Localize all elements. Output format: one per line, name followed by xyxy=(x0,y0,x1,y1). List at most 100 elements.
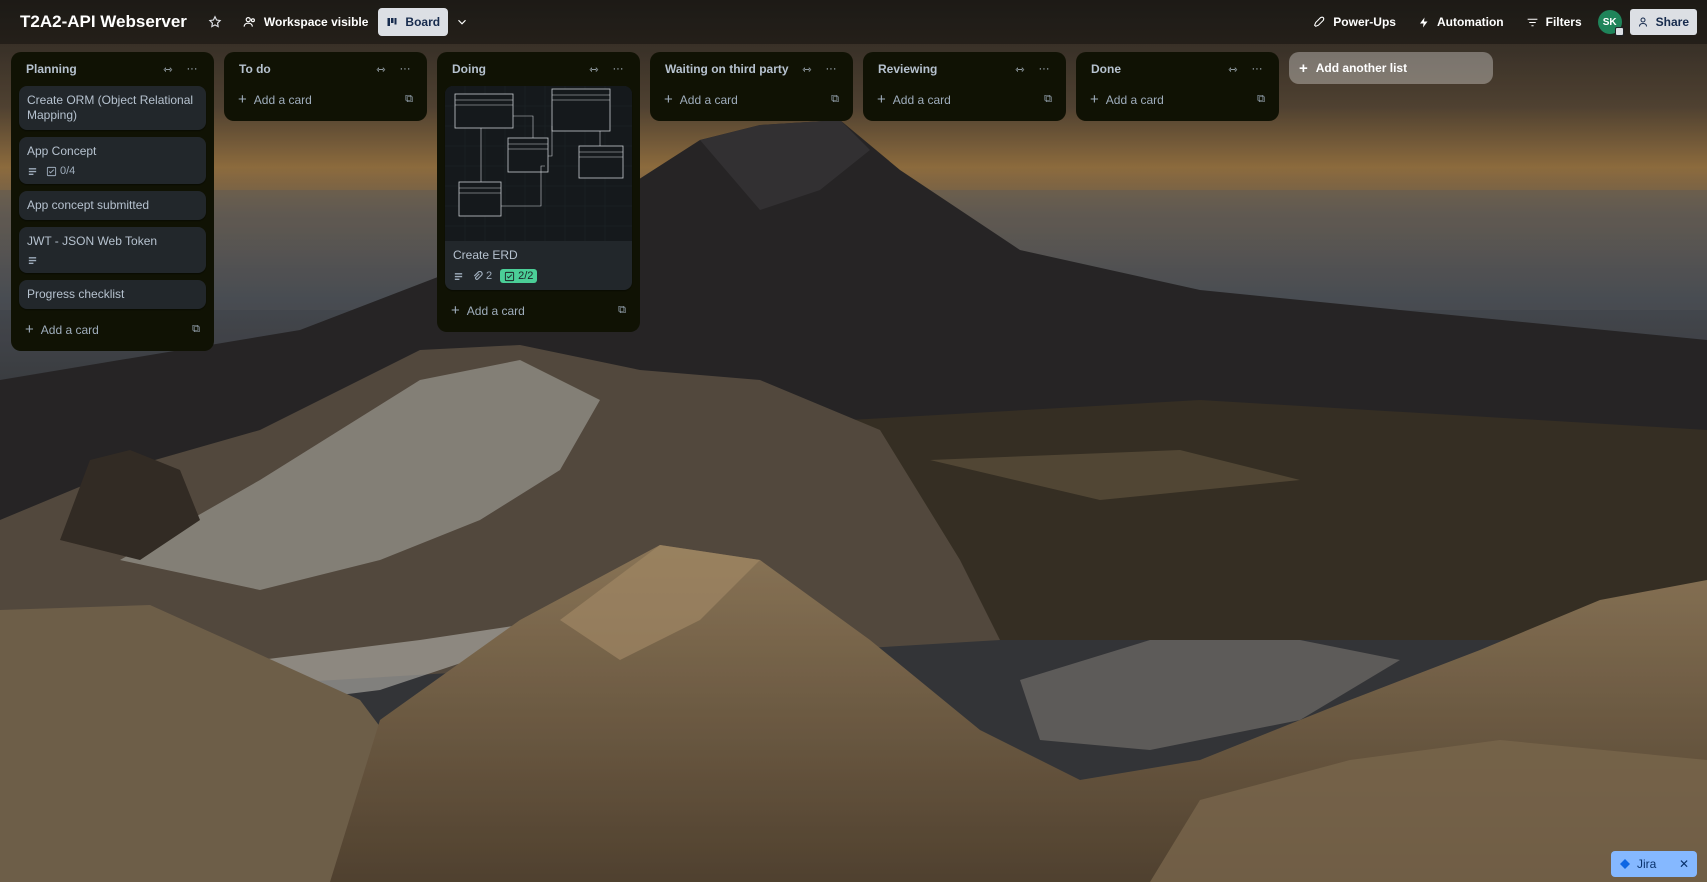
jira-widget[interactable]: Jira ✕ xyxy=(1611,851,1697,877)
add-card-button[interactable]: + Add a card ⧉ xyxy=(1084,86,1271,113)
card-title: Create ERD xyxy=(453,248,518,262)
card-template-icon[interactable]: ⧉ xyxy=(1257,93,1265,106)
list-header: Done ⇿ ··· xyxy=(1084,52,1271,86)
collapse-list-icon[interactable]: ⇿ xyxy=(799,63,815,76)
add-card-label: Add a card xyxy=(1105,92,1164,107)
checklist-count: 2/2 xyxy=(518,270,534,282)
list-menu-icon[interactable]: ··· xyxy=(397,63,413,75)
list-reviewing[interactable]: Reviewing ⇿ ··· + Add a card ⧉ xyxy=(863,52,1066,121)
views-chevron-down-icon[interactable] xyxy=(448,8,476,36)
list-menu-icon[interactable]: ··· xyxy=(610,63,626,75)
board-view-button[interactable]: Board xyxy=(378,8,449,36)
add-card-button[interactable]: + Add a card ⧉ xyxy=(658,86,845,113)
board-background xyxy=(0,0,1707,882)
list-header: Waiting on third party ⇿ ··· xyxy=(658,52,845,86)
list-title[interactable]: To do xyxy=(239,62,373,76)
plus-icon: + xyxy=(451,302,460,319)
list-header: Reviewing ⇿ ··· xyxy=(871,52,1058,86)
checklist-icon xyxy=(46,166,57,177)
card[interactable]: Progress checklist xyxy=(19,280,206,309)
add-card-label: Add a card xyxy=(679,92,738,107)
close-icon[interactable]: ✕ xyxy=(1679,857,1689,871)
card-template-icon[interactable]: ⧉ xyxy=(192,323,200,336)
list-title[interactable]: Reviewing xyxy=(878,62,1012,76)
card[interactable]: App Concept 0/4 xyxy=(19,137,206,184)
description-icon xyxy=(27,255,38,266)
automation-label: Automation xyxy=(1436,15,1504,29)
card-title: App concept submitted xyxy=(27,198,150,212)
attachment-badge: 2 xyxy=(472,270,492,282)
list-menu-icon[interactable]: ··· xyxy=(1249,63,1265,75)
add-card-button[interactable]: + Add a card ⧉ xyxy=(445,297,632,324)
list-menu-icon[interactable]: ··· xyxy=(1036,63,1052,75)
add-list-button[interactable]: + Add another list xyxy=(1289,52,1493,84)
list-menu-icon[interactable]: ··· xyxy=(184,63,200,75)
card-cover-image xyxy=(445,86,632,241)
card-template-icon[interactable]: ⧉ xyxy=(405,93,413,106)
collapse-list-icon[interactable]: ⇿ xyxy=(373,63,389,76)
add-card-button[interactable]: + Add a card ⧉ xyxy=(19,316,206,343)
checklist-badge: 2/2 xyxy=(500,269,538,283)
add-card-label: Add a card xyxy=(892,92,951,107)
list-menu-icon[interactable]: ··· xyxy=(823,63,839,75)
add-list-label: Add another list xyxy=(1315,61,1408,75)
share-label: Share xyxy=(1655,15,1689,29)
add-card-label: Add a card xyxy=(40,322,99,337)
list-waiting-on-third-party[interactable]: Waiting on third party ⇿ ··· + Add a car… xyxy=(650,52,853,121)
list-to-do[interactable]: To do ⇿ ··· + Add a card ⧉ xyxy=(224,52,427,121)
card-template-icon[interactable]: ⧉ xyxy=(831,93,839,106)
filter-icon xyxy=(1526,16,1539,29)
card-template-icon[interactable]: ⧉ xyxy=(1044,93,1052,106)
star-icon[interactable] xyxy=(201,8,229,36)
jira-label: Jira xyxy=(1637,857,1657,871)
add-card-button[interactable]: + Add a card ⧉ xyxy=(871,86,1058,113)
card-template-icon[interactable]: ⧉ xyxy=(618,304,626,317)
collapse-list-icon[interactable]: ⇿ xyxy=(1225,63,1241,76)
list-title[interactable]: Planning xyxy=(26,62,160,76)
card[interactable]: JWT - JSON Web Token xyxy=(19,227,206,273)
avatar[interactable]: SK xyxy=(1597,10,1624,36)
plus-icon: + xyxy=(1090,91,1099,108)
list-done[interactable]: Done ⇿ ··· + Add a card ⧉ xyxy=(1076,52,1279,121)
collapse-list-icon[interactable]: ⇿ xyxy=(160,63,176,76)
card[interactable]: Create ORM (Object Relational Mapping) xyxy=(19,86,206,130)
list-title[interactable]: Done xyxy=(1091,62,1225,76)
add-card-button[interactable]: + Add a card ⧉ xyxy=(232,86,419,113)
avatar-initials: SK xyxy=(1602,16,1617,28)
list-header: Doing ⇿ ··· xyxy=(445,52,632,86)
jira-icon xyxy=(1619,858,1631,870)
collapse-list-icon[interactable]: ⇿ xyxy=(586,63,602,76)
checklist-icon xyxy=(504,271,515,282)
add-card-label: Add a card xyxy=(253,92,312,107)
list-title[interactable]: Doing xyxy=(452,62,586,76)
checklist-count: 0/4 xyxy=(60,165,76,177)
plus-icon: + xyxy=(238,91,247,108)
collapse-list-icon[interactable]: ⇿ xyxy=(1012,63,1028,76)
plus-icon: + xyxy=(25,321,34,338)
list-title[interactable]: Waiting on third party xyxy=(665,62,799,76)
board-view-label: Board xyxy=(405,15,441,29)
card[interactable]: App concept submitted xyxy=(19,191,206,220)
card-title: Create ORM (Object Relational Mapping) xyxy=(27,93,194,122)
filters-label: Filters xyxy=(1545,15,1582,29)
plus-icon: + xyxy=(1299,59,1308,77)
board-icon xyxy=(386,16,398,28)
list-doing[interactable]: Doing ⇿ ··· Create ERD 2 2/2 + Add a car… xyxy=(437,52,640,332)
board-header: T2A2-API Webserver Workspace visible Boa… xyxy=(0,0,1707,44)
filters-button[interactable]: Filters xyxy=(1518,8,1590,36)
list-header: To do ⇿ ··· xyxy=(232,52,419,86)
visibility-button[interactable]: Workspace visible xyxy=(235,8,377,36)
card[interactable]: Create ERD 2 2/2 xyxy=(445,86,632,290)
card-title: App Concept xyxy=(27,144,97,158)
lightning-icon xyxy=(1418,16,1430,29)
power-ups-button[interactable]: Power-Ups xyxy=(1305,8,1404,36)
list-planning[interactable]: Planning ⇿ ··· Create ORM (Object Relati… xyxy=(11,52,214,351)
board-title[interactable]: T2A2-API Webserver xyxy=(20,12,187,32)
add-card-label: Add a card xyxy=(466,303,525,318)
people-icon xyxy=(243,15,257,29)
plus-icon: + xyxy=(664,91,673,108)
add-person-icon xyxy=(1638,16,1650,28)
card-title: JWT - JSON Web Token xyxy=(27,234,158,248)
share-button[interactable]: Share xyxy=(1629,9,1697,35)
automation-button[interactable]: Automation xyxy=(1410,8,1512,36)
